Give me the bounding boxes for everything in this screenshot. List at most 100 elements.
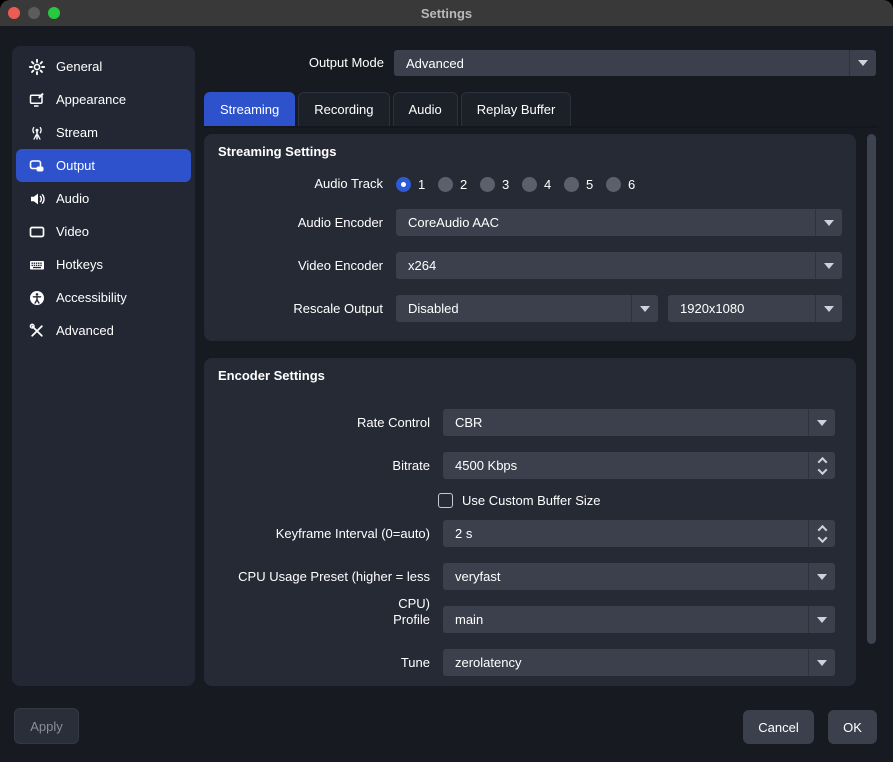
audio-track-option-6[interactable]: 6	[606, 177, 648, 192]
radio-icon	[606, 177, 621, 192]
chevron-down-icon	[849, 50, 876, 76]
broadcast-icon	[28, 124, 45, 141]
sidebar-item-audio[interactable]: Audio	[16, 182, 191, 215]
radio-icon	[480, 177, 495, 192]
sidebar-item-label: Hotkeys	[56, 257, 103, 272]
radio-label: 6	[628, 177, 635, 192]
video-encoder-label: Video Encoder	[204, 252, 383, 279]
scrollbar-thumb[interactable]	[867, 134, 876, 644]
tune-value: zerolatency	[443, 655, 808, 670]
audio-track-option-5[interactable]: 5	[564, 177, 606, 192]
sidebar-item-label: Stream	[56, 125, 98, 140]
appearance-icon	[28, 91, 45, 108]
chevron-down-icon	[808, 649, 835, 676]
streaming-settings-header: Streaming Settings	[218, 144, 336, 159]
audio-track-option-1[interactable]: 1	[396, 177, 438, 192]
radio-label: 2	[460, 177, 467, 192]
spinner-buttons[interactable]	[808, 452, 835, 479]
audio-track-option-3[interactable]: 3	[480, 177, 522, 192]
sidebar-item-label: Video	[56, 224, 89, 239]
tab-replay-buffer[interactable]: Replay Buffer	[461, 92, 572, 126]
chevron-down-icon	[817, 465, 827, 475]
settings-window: Settings General Appearance Stream Outp	[0, 0, 893, 762]
window-title: Settings	[421, 6, 472, 21]
keyframe-interval-value: 2 s	[443, 526, 808, 541]
use-custom-buffer-checkbox-row[interactable]: Use Custom Buffer Size	[438, 492, 600, 508]
traffic-lights	[8, 7, 60, 19]
gear-icon	[28, 58, 45, 75]
bitrate-value: 4500 Kbps	[443, 458, 808, 473]
chevron-down-icon	[631, 295, 658, 322]
bitrate-spinner[interactable]: 4500 Kbps	[443, 452, 835, 479]
tune-select[interactable]: zerolatency	[443, 649, 835, 676]
sidebar-item-hotkeys[interactable]: Hotkeys	[16, 248, 191, 281]
audio-encoder-select[interactable]: CoreAudio AAC	[396, 209, 842, 236]
sidebar-item-advanced[interactable]: Advanced	[16, 314, 191, 347]
radio-label: 4	[544, 177, 551, 192]
sidebar-item-accessibility[interactable]: Accessibility	[16, 281, 191, 314]
rescale-resolution-select[interactable]: 1920x1080	[668, 295, 842, 322]
tools-icon	[28, 322, 45, 339]
rate-control-value: CBR	[443, 415, 808, 430]
cpu-usage-preset-select[interactable]: veryfast	[443, 563, 835, 590]
cancel-button-label: Cancel	[758, 720, 798, 735]
output-icon	[28, 157, 45, 174]
use-custom-buffer-label: Use Custom Buffer Size	[462, 493, 600, 508]
sidebar-item-label: General	[56, 59, 102, 74]
video-encoder-value: x264	[396, 258, 815, 273]
content-scrollbar	[866, 132, 877, 688]
spinner-buttons[interactable]	[808, 520, 835, 547]
chevron-down-icon	[808, 606, 835, 633]
sidebar-item-output[interactable]: Output	[16, 149, 191, 182]
close-window-button[interactable]	[8, 7, 20, 19]
audio-track-label: Audio Track	[204, 171, 383, 197]
tab-recording[interactable]: Recording	[298, 92, 389, 126]
radio-label: 1	[418, 177, 425, 192]
output-mode-label: Output Mode	[204, 50, 384, 76]
video-encoder-select[interactable]: x264	[396, 252, 842, 279]
audio-encoder-label: Audio Encoder	[204, 209, 383, 236]
sidebar-item-label: Advanced	[56, 323, 114, 338]
audio-track-option-2[interactable]: 2	[438, 177, 480, 192]
chevron-down-icon	[815, 209, 842, 236]
radio-icon	[564, 177, 579, 192]
apply-button[interactable]: Apply	[14, 708, 79, 744]
output-tabs: Streaming Recording Audio Replay Buffer	[204, 92, 571, 126]
tab-label: Streaming	[220, 102, 279, 117]
settings-sidebar: General Appearance Stream Output Audio	[12, 46, 195, 686]
rescale-output-value: Disabled	[396, 301, 631, 316]
ok-button[interactable]: OK	[828, 710, 877, 744]
bitrate-label: Bitrate	[204, 452, 430, 479]
sidebar-item-video[interactable]: Video	[16, 215, 191, 248]
encoder-settings-header: Encoder Settings	[218, 368, 325, 383]
cancel-button[interactable]: Cancel	[743, 710, 814, 744]
radio-icon	[522, 177, 537, 192]
radio-selected-icon	[396, 177, 411, 192]
sidebar-item-appearance[interactable]: Appearance	[16, 83, 191, 116]
chevron-down-icon	[817, 533, 827, 543]
rescale-resolution-value: 1920x1080	[668, 301, 815, 316]
tab-streaming[interactable]: Streaming	[204, 92, 295, 126]
output-mode-select[interactable]: Advanced	[394, 50, 876, 76]
streaming-settings-panel: Streaming Settings Audio Track 1 2 3 4 5…	[204, 134, 856, 341]
rescale-output-select[interactable]: Disabled	[396, 295, 658, 322]
chevron-down-icon	[815, 295, 842, 322]
keyframe-interval-spinner[interactable]: 2 s	[443, 520, 835, 547]
chevron-down-icon	[815, 252, 842, 279]
sidebar-item-general[interactable]: General	[16, 50, 191, 83]
tab-audio[interactable]: Audio	[393, 92, 458, 126]
audio-track-option-4[interactable]: 4	[522, 177, 564, 192]
keyboard-icon	[28, 256, 45, 273]
tab-label: Audio	[409, 102, 442, 117]
profile-select[interactable]: main	[443, 606, 835, 633]
ok-button-label: OK	[843, 720, 862, 735]
audio-encoder-value: CoreAudio AAC	[396, 215, 815, 230]
chevron-down-icon	[808, 563, 835, 590]
sidebar-item-label: Audio	[56, 191, 89, 206]
tabbar-divider	[204, 126, 878, 128]
zoom-window-button[interactable]	[48, 7, 60, 19]
keyframe-interval-label: Keyframe Interval (0=auto)	[204, 520, 430, 547]
sidebar-item-stream[interactable]: Stream	[16, 116, 191, 149]
rate-control-select[interactable]: CBR	[443, 409, 835, 436]
minimize-window-button[interactable]	[28, 7, 40, 19]
